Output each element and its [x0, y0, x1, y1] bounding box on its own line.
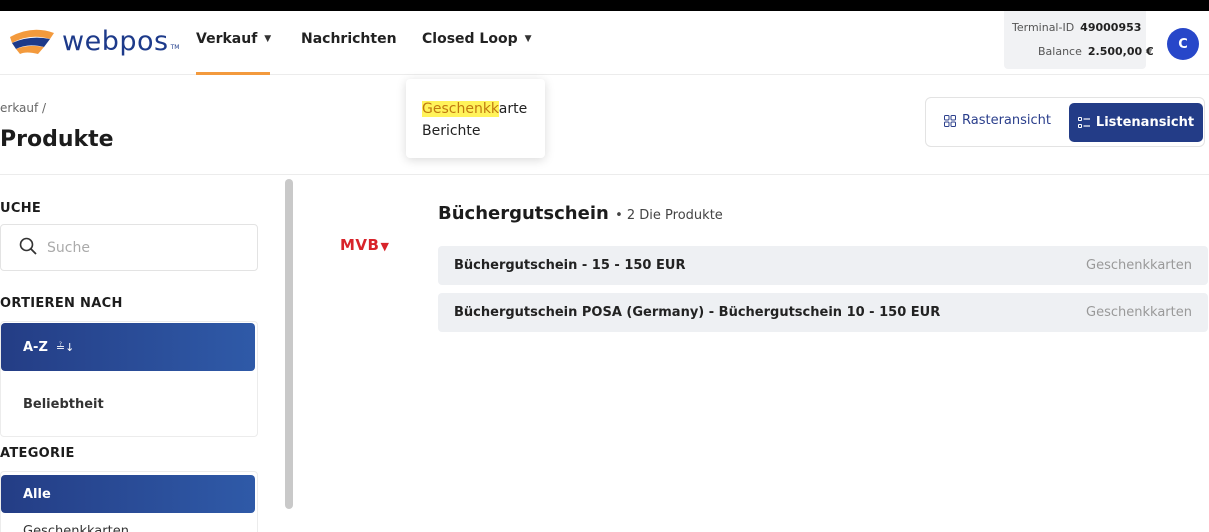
header-divider	[0, 174, 1209, 175]
nav-closed-loop-label: Closed Loop	[422, 31, 518, 47]
search-field[interactable]	[0, 224, 258, 271]
category-all[interactable]: Alle	[1, 475, 255, 513]
product-group-count: • 2 Die Produkte	[615, 208, 723, 223]
sort-option-popularity[interactable]: Beliebtheit	[23, 397, 104, 412]
nav-verkauf-label: Verkauf	[196, 31, 258, 47]
product-name: Büchergutschein POSA (Germany) - Bücherg…	[454, 305, 941, 320]
logo-trademark: TM	[170, 44, 180, 51]
breadcrumb[interactable]: erkauf /	[0, 101, 46, 115]
mvb-arrow-icon: ▼	[380, 240, 390, 253]
nav-active-underline	[196, 72, 270, 75]
menu-item-giftcard-rest: arte	[498, 101, 528, 117]
sort-option-az-label: A-Z	[23, 339, 48, 355]
list-view-button[interactable]: Listenansicht	[1069, 103, 1203, 142]
sort-section-label: ORTIEREN NACH	[0, 296, 123, 311]
menu-item-reports[interactable]: Berichte	[422, 123, 481, 139]
caret-down-icon: ▼	[264, 34, 272, 44]
view-toggle: Rasteransicht Listenansicht	[925, 97, 1205, 147]
search-input[interactable]	[47, 239, 227, 256]
search-icon	[19, 236, 37, 260]
nav-verkauf[interactable]: Verkauf ▼	[196, 31, 271, 47]
product-group-title: Büchergutschein • 2 Die Produkte	[438, 203, 723, 224]
product-row[interactable]: Büchergutschein - 15 - 150 EUR Geschenkk…	[438, 246, 1208, 285]
product-category: Geschenkkarten	[1086, 305, 1192, 320]
closed-loop-dropdown: Geschenkkarte Berichte	[406, 79, 545, 158]
terminal-id-value: 49000953	[1080, 21, 1142, 34]
webpos-logo[interactable]: webpos TM	[8, 23, 179, 59]
list-icon	[1077, 116, 1090, 128]
list-view-label: Listenansicht	[1095, 115, 1195, 130]
webpos-logo-icon	[10, 29, 54, 54]
balance-label: Balance	[1038, 45, 1082, 58]
grid-view-label: Rasteransicht	[962, 113, 1052, 128]
terminal-id-label: Terminal-ID	[1012, 21, 1075, 34]
product-group-name: Büchergutschein	[438, 203, 609, 224]
grid-view-button[interactable]: Rasteransicht	[944, 113, 1051, 128]
search-highlight: Geschenkk	[422, 101, 499, 117]
app-window: webpos TM Verkauf ▼ Nachrichten Closed L…	[0, 11, 1209, 532]
nav-nachrichten[interactable]: Nachrichten	[301, 31, 397, 47]
product-category: Geschenkkarten	[1086, 258, 1192, 273]
product-row[interactable]: Büchergutschein POSA (Germany) - Bücherg…	[438, 293, 1208, 332]
balance-row: Balance 2.500,00 €	[1038, 45, 1154, 58]
sort-alpha-icon: ≟↓	[55, 340, 75, 354]
category-giftcards[interactable]: Geschenkkarten	[23, 524, 129, 532]
mvb-brand-logo: MVB▼	[340, 236, 389, 254]
nav-closed-loop[interactable]: Closed Loop ▼	[422, 31, 532, 47]
page-title: Produkte	[0, 127, 114, 152]
grid-icon	[944, 114, 956, 127]
top-navbar: webpos TM Verkauf ▼ Nachrichten Closed L…	[0, 11, 1209, 75]
user-avatar[interactable]: C	[1167, 28, 1199, 60]
nav-nachrichten-label: Nachrichten	[301, 31, 397, 47]
balance-value: 2.500,00 €	[1087, 45, 1154, 58]
terminal-info: Terminal-ID 49000953 Balance 2.500,00 €	[1004, 11, 1154, 69]
caret-down-icon: ▼	[524, 34, 532, 44]
search-section-label: UCHE	[0, 201, 42, 216]
sort-options: A-Z ≟↓ Beliebtheit	[0, 321, 258, 437]
terminal-id-row: Terminal-ID 49000953	[1012, 21, 1141, 34]
menu-item-giftcard[interactable]: Geschenkkarte	[422, 101, 527, 117]
sort-option-az[interactable]: A-Z ≟↓	[1, 323, 255, 371]
category-section-label: ATEGORIE	[0, 446, 75, 461]
product-name: Büchergutschein - 15 - 150 EUR	[454, 258, 686, 273]
sidebar-scrollbar[interactable]	[285, 179, 293, 509]
mvb-logo-text: MVB	[340, 236, 380, 254]
category-options: Alle Geschenkkarten	[0, 471, 258, 532]
logo-text: webpos	[62, 25, 169, 57]
